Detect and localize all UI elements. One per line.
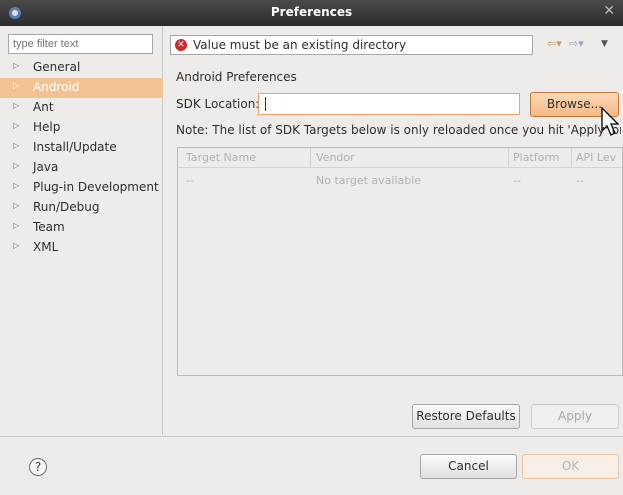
preference-tree: ▷ General ▷ Android ▷ Ant ▷ Help ▷ Insta… — [0, 58, 163, 258]
page-title: Android Preferences — [176, 70, 297, 84]
expand-arrow-icon[interactable]: ▷ — [13, 181, 19, 190]
expand-arrow-icon[interactable]: ▷ — [13, 81, 19, 90]
sdk-location-label: SDK Location: — [176, 97, 260, 111]
view-menu-icon[interactable]: ▼ — [601, 39, 608, 49]
tree-item-label: General — [33, 60, 81, 74]
tree-item-label: Run/Debug — [33, 200, 100, 214]
tree-item-java[interactable]: ▷ Java — [0, 158, 163, 178]
expand-arrow-icon[interactable]: ▷ — [13, 201, 19, 210]
tree-item-label: Ant — [33, 100, 54, 114]
tree-item-android[interactable]: ▷ Android — [0, 78, 163, 98]
sdk-location-input[interactable] — [258, 93, 520, 115]
expand-arrow-icon[interactable]: ▷ — [13, 101, 19, 110]
tree-item-general[interactable]: ▷ General — [0, 58, 163, 78]
tree-item-label: Team — [33, 220, 65, 234]
table-header: Target Name Vendor Platform API Lev — [178, 148, 622, 168]
tree-item-label: Plug-in Development — [33, 180, 159, 194]
preference-navigation: ▷ General ▷ Android ▷ Ant ▷ Help ▷ Insta… — [0, 26, 163, 435]
tree-item-label: Help — [33, 120, 61, 134]
error-message-bar: ✕ Value must be an existing directory — [170, 35, 533, 55]
table-cell: -- — [576, 174, 584, 187]
back-arrow-icon[interactable]: ⇦▾ — [547, 37, 562, 50]
tree-item-label: XML — [33, 240, 59, 254]
expand-arrow-icon[interactable]: ▷ — [13, 121, 19, 130]
column-header-api-level[interactable]: API Lev — [576, 151, 616, 164]
column-header-platform[interactable]: Platform — [513, 151, 559, 164]
tree-item-team[interactable]: ▷ Team — [0, 218, 163, 238]
error-icon: ✕ — [175, 39, 187, 51]
tree-item-label: Android — [33, 80, 80, 94]
table-cell: -- — [186, 174, 194, 187]
text-caret — [265, 97, 266, 111]
tree-item-run-debug[interactable]: ▷ Run/Debug — [0, 198, 163, 218]
tree-item-label: Java — [33, 160, 59, 174]
table-cell: No target available — [316, 174, 422, 187]
cancel-button[interactable]: Cancel — [420, 454, 517, 479]
column-divider — [310, 148, 311, 168]
apply-button[interactable]: Apply — [531, 404, 619, 429]
filter-input[interactable] — [8, 34, 153, 54]
ok-button[interactable]: OK — [522, 454, 619, 479]
page-navigation: ⇦▾ ⇨▾ ▼ — [545, 37, 617, 53]
tree-item-xml[interactable]: ▷ XML — [0, 238, 163, 258]
window-title: Preferences — [270, 5, 353, 19]
sdk-targets-note: Note: The list of SDK Targets below is o… — [176, 123, 621, 137]
tree-item-help[interactable]: ▷ Help — [0, 118, 163, 138]
expand-arrow-icon[interactable]: ▷ — [13, 61, 19, 70]
expand-arrow-icon[interactable]: ▷ — [13, 241, 19, 250]
column-divider — [508, 148, 509, 168]
forward-arrow-icon[interactable]: ⇨▾ — [569, 37, 584, 50]
tree-item-label: Install/Update — [33, 140, 117, 154]
column-divider — [571, 148, 572, 168]
tree-item-plugin-development[interactable]: ▷ Plug-in Development — [0, 178, 163, 198]
column-header-vendor[interactable]: Vendor — [316, 151, 355, 164]
tree-item-ant[interactable]: ▷ Ant — [0, 98, 163, 118]
tree-item-install-update[interactable]: ▷ Install/Update — [0, 138, 163, 158]
help-icon[interactable]: ? — [29, 458, 47, 476]
title-bar: Preferences ✕ — [0, 0, 623, 26]
restore-defaults-button[interactable]: Restore Defaults — [412, 404, 520, 429]
expand-arrow-icon[interactable]: ▷ — [13, 141, 19, 150]
expand-arrow-icon[interactable]: ▷ — [13, 161, 19, 170]
sdk-targets-table[interactable]: Target Name Vendor Platform API Lev -- N… — [177, 147, 623, 376]
column-header-target-name[interactable]: Target Name — [186, 151, 256, 164]
error-message-text: Value must be an existing directory — [193, 38, 407, 52]
expand-arrow-icon[interactable]: ▷ — [13, 221, 19, 230]
close-icon[interactable]: ✕ — [603, 3, 615, 19]
table-cell: -- — [513, 174, 521, 187]
